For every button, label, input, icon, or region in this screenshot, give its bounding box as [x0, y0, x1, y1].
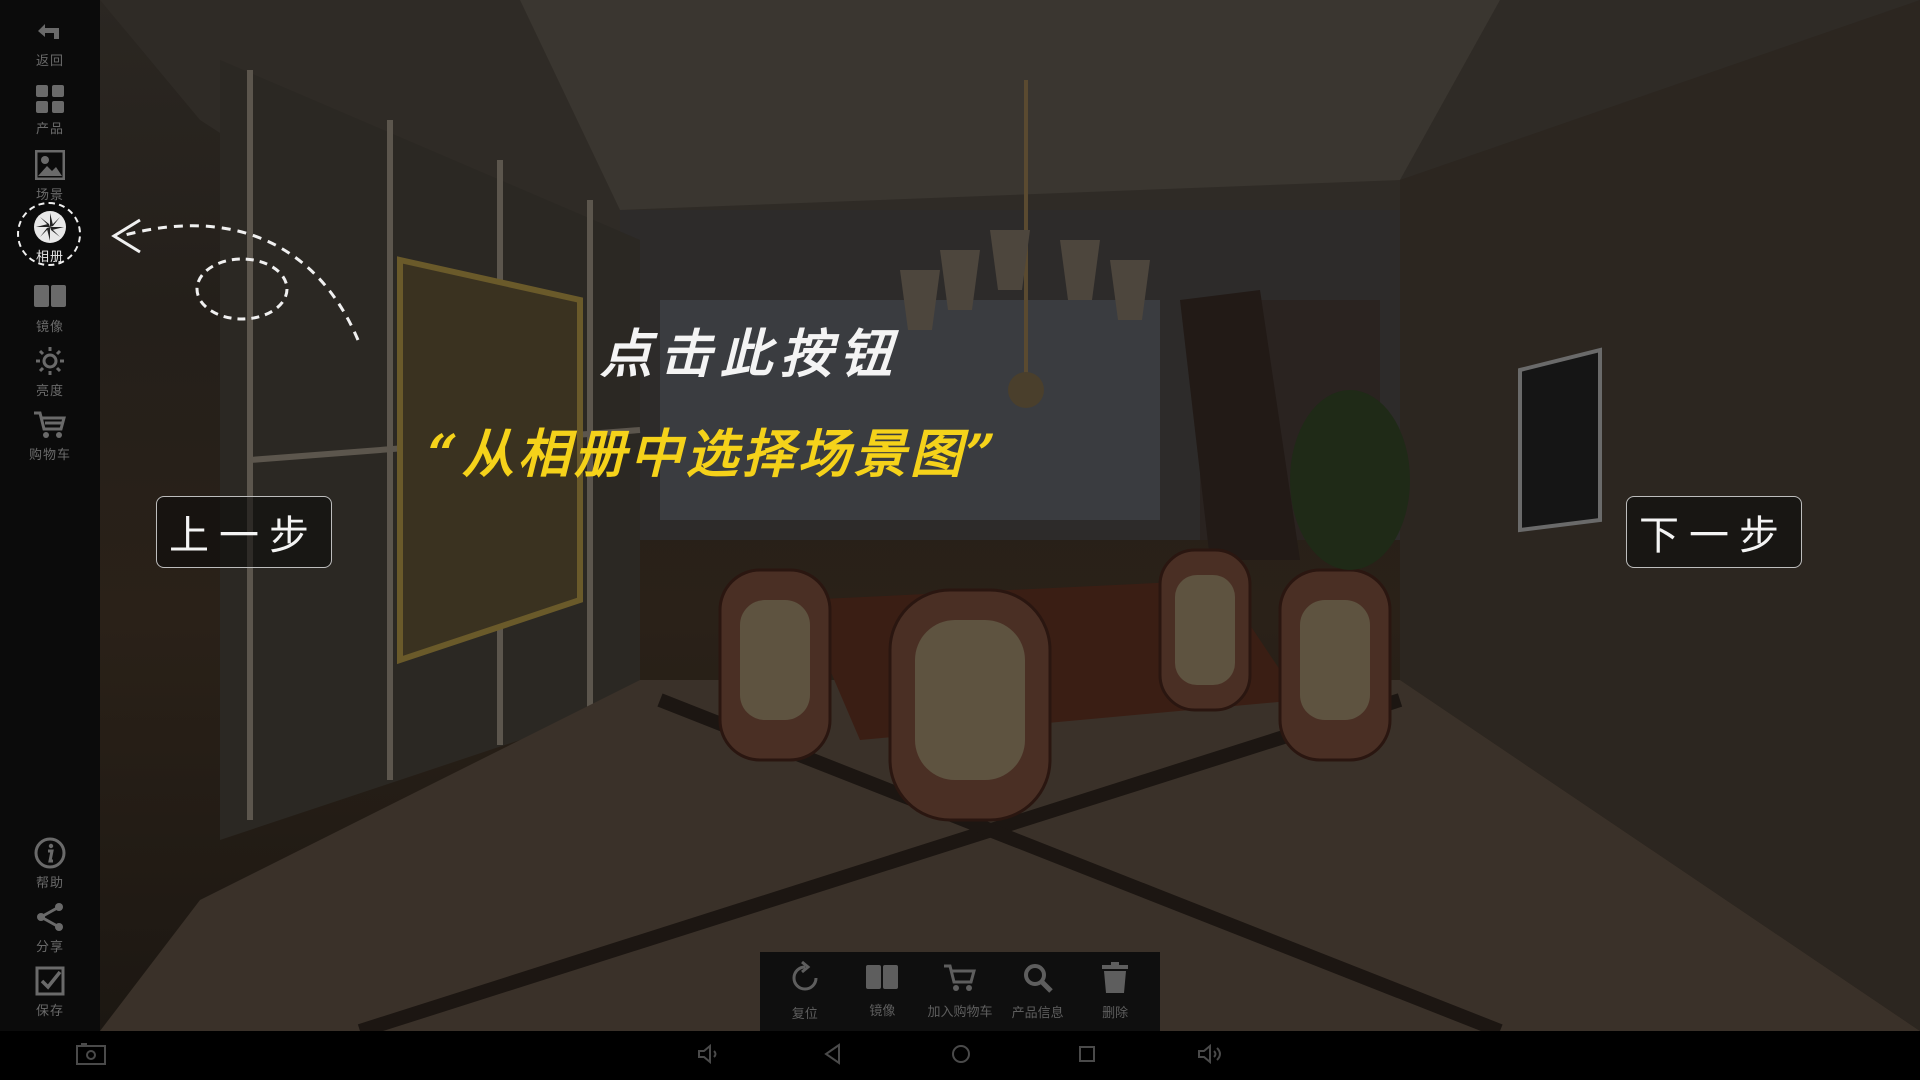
toolbar-label: 产品信息 — [1011, 1006, 1064, 1021]
sidebar-item-label: 帮助 — [35, 876, 64, 891]
guide-instruction: 点击此按钮 — [600, 324, 901, 385]
sidebar-item-save[interactable]: 保存 — [0, 964, 100, 1024]
cart-icon — [33, 408, 67, 442]
volume-up-button[interactable] — [1196, 1041, 1226, 1071]
mirror-book-icon — [33, 280, 67, 314]
sidebar-item-label: 镜像 — [35, 320, 64, 335]
sidebar-item-label: 保存 — [35, 1004, 64, 1019]
share-icon — [33, 900, 67, 934]
sidebar-item-label: 产品 — [35, 122, 64, 137]
sidebar-item-help[interactable]: 帮助 — [0, 836, 100, 896]
add-to-cart-button[interactable]: 加入购物车 — [921, 957, 999, 1027]
back-arrow-icon — [33, 14, 67, 48]
toolbar-label: 复位 — [791, 1007, 818, 1022]
sidebar-item-label: 场景 — [35, 188, 64, 203]
sidebar-item-share[interactable]: 分享 — [0, 900, 100, 960]
toolbar-label: 删除 — [1102, 1006, 1129, 1021]
cart-icon — [943, 963, 977, 997]
image-icon — [33, 148, 67, 182]
guide-highlight-text: “从相册中选择场景图” — [428, 424, 1000, 485]
mirror-button[interactable]: 镜像 — [844, 957, 922, 1027]
system-navigation-bar — [0, 1031, 1920, 1080]
back-icon — [823, 1043, 843, 1069]
sidebar-item-scene[interactable]: 场景 — [0, 148, 100, 208]
nav-recents-button[interactable] — [1072, 1041, 1102, 1071]
recents-icon — [1077, 1044, 1097, 1068]
mirror-book-icon — [865, 964, 899, 996]
reset-icon — [788, 960, 822, 999]
nav-home-button[interactable] — [946, 1041, 976, 1071]
brightness-sun-icon — [33, 344, 67, 378]
search-icon — [1022, 962, 1054, 998]
volume-up-icon — [1197, 1043, 1225, 1069]
home-icon — [950, 1043, 972, 1069]
info-icon — [33, 836, 67, 870]
delete-button[interactable]: 删除 — [1076, 957, 1154, 1027]
screenshot-button[interactable] — [76, 1041, 106, 1071]
sidebar-item-brightness[interactable]: 亮度 — [0, 344, 100, 404]
grid-icon — [33, 82, 67, 116]
sidebar-item-mirror[interactable]: 镜像 — [0, 280, 100, 340]
product-info-button[interactable]: 产品信息 — [999, 957, 1077, 1027]
previous-step-button[interactable]: 上一步 — [156, 496, 332, 568]
sidebar-item-album[interactable]: 相册 — [0, 202, 100, 270]
sidebar-item-products[interactable]: 产品 — [0, 82, 100, 142]
sidebar-item-cart[interactable]: 购物车 — [0, 408, 100, 468]
nav-back-button[interactable] — [818, 1041, 848, 1071]
trash-icon — [1100, 962, 1130, 998]
screenshot-icon — [76, 1043, 106, 1069]
sidebar-item-label: 分享 — [35, 940, 64, 955]
left-sidebar: 返回 产品 场景 相册 镜像 亮度 购物车 帮助 分享 保存 — [0, 0, 100, 1031]
toolbar-label: 镜像 — [869, 1004, 896, 1019]
toolbar-label: 加入购物车 — [927, 1005, 993, 1020]
reset-button[interactable]: 复位 — [766, 957, 844, 1027]
next-step-button[interactable]: 下一步 — [1626, 496, 1802, 568]
volume-down-icon — [697, 1043, 721, 1069]
bottom-toolbar: 复位 镜像 加入购物车 产品信息 删除 — [760, 952, 1160, 1031]
volume-down-button[interactable] — [694, 1041, 724, 1071]
save-check-icon — [33, 964, 67, 998]
highlight-ring — [17, 202, 81, 266]
sidebar-item-label: 返回 — [35, 54, 64, 69]
sidebar-item-label: 购物车 — [28, 448, 71, 463]
sidebar-item-label: 亮度 — [35, 384, 64, 399]
sidebar-item-back[interactable]: 返回 — [0, 14, 100, 74]
